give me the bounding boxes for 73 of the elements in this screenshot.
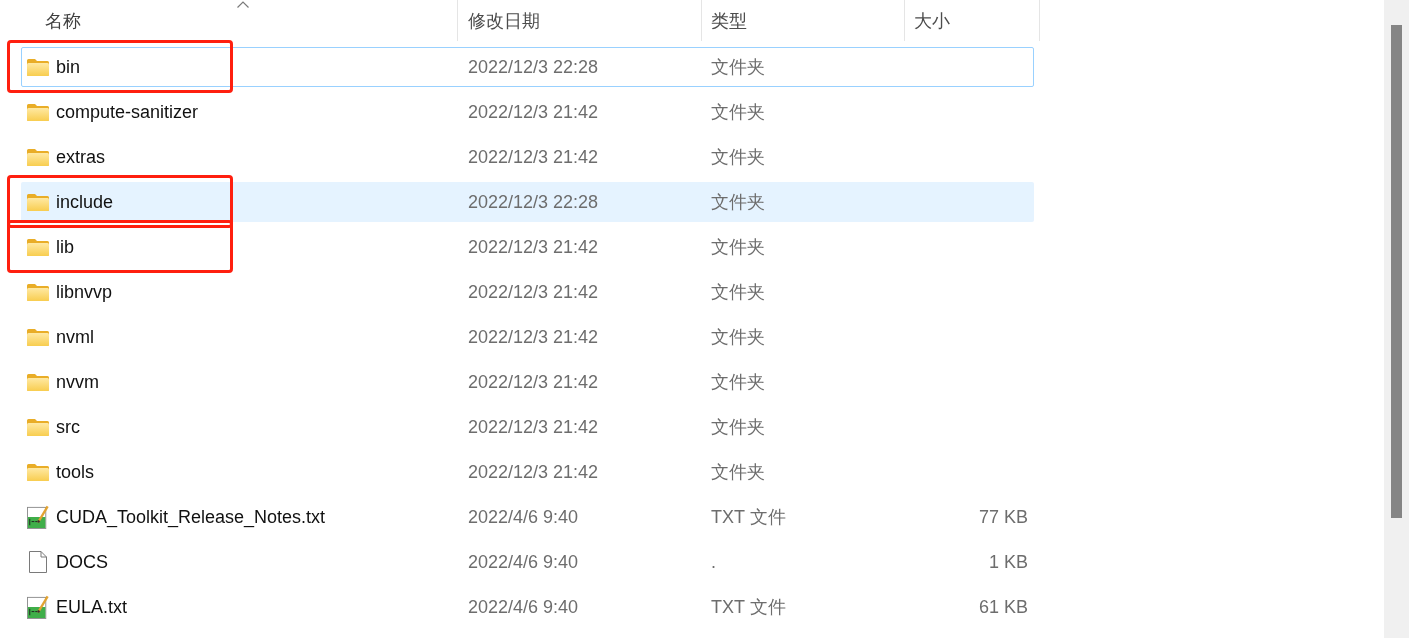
modified-date: 2022/4/6 9:40 bbox=[468, 551, 579, 572]
file-row[interactable]: compute-sanitizer 2022/12/3 21:42 文件夹 bbox=[21, 92, 1034, 132]
file-row[interactable]: lib 2022/12/3 21:42 文件夹 bbox=[21, 227, 1034, 267]
folder-icon bbox=[27, 328, 49, 346]
file-type: 文件夹 bbox=[711, 281, 765, 302]
blank-file-icon bbox=[29, 551, 47, 573]
file-type: 文件夹 bbox=[711, 461, 765, 482]
modified-date: 2022/12/3 21:42 bbox=[468, 101, 599, 122]
file-type: TXT 文件 bbox=[711, 506, 786, 527]
file-row[interactable]: nvml 2022/12/3 21:42 文件夹 bbox=[21, 317, 1034, 357]
file-row[interactable]: bin 2022/12/3 22:28 文件夹 bbox=[21, 47, 1034, 87]
file-size: 77 KB bbox=[978, 506, 1028, 529]
file-type: 文件夹 bbox=[711, 101, 765, 122]
file-type: . bbox=[711, 551, 716, 572]
modified-date: 2022/4/6 9:40 bbox=[468, 596, 579, 617]
file-name: lib bbox=[56, 236, 74, 259]
file-name: include bbox=[56, 191, 114, 214]
file-type: 文件夹 bbox=[711, 56, 765, 77]
file-name: tools bbox=[56, 461, 95, 484]
file-name: compute-sanitizer bbox=[56, 101, 199, 124]
file-type: 文件夹 bbox=[711, 416, 765, 437]
file-size: 61 KB bbox=[978, 596, 1028, 619]
folder-icon bbox=[27, 103, 49, 121]
folder-icon bbox=[27, 373, 49, 391]
file-row[interactable]: tools 2022/12/3 21:42 文件夹 bbox=[21, 452, 1034, 492]
file-row[interactable]: DOCS 2022/4/6 9:40 . 1 KB bbox=[21, 542, 1034, 582]
modified-date: 2022/12/3 21:42 bbox=[468, 371, 599, 392]
file-name: nvml bbox=[56, 326, 94, 349]
folder-icon bbox=[27, 58, 49, 76]
modified-date: 2022/12/3 21:42 bbox=[468, 236, 599, 257]
file-type: TXT 文件 bbox=[711, 596, 786, 617]
notepad-file-icon bbox=[27, 594, 49, 620]
file-row[interactable]: libnvvp 2022/12/3 21:42 文件夹 bbox=[21, 272, 1034, 312]
file-name: bin bbox=[56, 56, 81, 79]
modified-date: 2022/12/3 21:42 bbox=[468, 281, 599, 302]
notepad-file-icon bbox=[27, 504, 49, 530]
column-header[interactable]: 名称 bbox=[21, 0, 458, 41]
file-type: 文件夹 bbox=[711, 326, 765, 347]
file-name: DOCS bbox=[56, 551, 108, 574]
folder-icon bbox=[27, 193, 49, 211]
file-row[interactable]: include 2022/12/3 22:28 文件夹 bbox=[21, 182, 1034, 222]
modified-date: 2022/12/3 21:42 bbox=[468, 146, 599, 167]
file-name: src bbox=[56, 416, 80, 439]
file-name: nvvm bbox=[56, 371, 99, 394]
file-type: 文件夹 bbox=[711, 371, 765, 392]
column-header[interactable]: 大小 bbox=[905, 0, 1040, 41]
modified-date: 2022/4/6 9:40 bbox=[468, 506, 579, 527]
folder-icon bbox=[27, 238, 49, 256]
file-row[interactable]: CUDA_Toolkit_Release_Notes.txt 2022/4/6 9:40 TXT 文件 77 KB bbox=[21, 497, 1034, 537]
folder-icon bbox=[27, 463, 49, 481]
file-row[interactable]: nvvm 2022/12/3 21:42 文件夹 bbox=[21, 362, 1034, 402]
modified-date: 2022/12/3 21:42 bbox=[468, 461, 599, 482]
modified-date: 2022/12/3 21:42 bbox=[468, 326, 599, 347]
folder-icon bbox=[27, 283, 49, 301]
scrollbar-thumb[interactable] bbox=[1391, 25, 1402, 518]
modified-date: 2022/12/3 22:28 bbox=[468, 191, 599, 212]
folder-icon bbox=[27, 148, 49, 166]
modified-date: 2022/12/3 22:28 bbox=[468, 56, 599, 77]
file-name: CUDA_Toolkit_Release_Notes.txt bbox=[56, 506, 326, 529]
column-header[interactable]: 修改日期 bbox=[458, 0, 702, 41]
file-type: 文件夹 bbox=[711, 146, 765, 167]
file-name: EULA.txt bbox=[56, 596, 128, 619]
folder-icon bbox=[27, 418, 49, 436]
column-header[interactable]: 类型 bbox=[702, 0, 905, 41]
modified-date: 2022/12/3 21:42 bbox=[468, 416, 599, 437]
file-row[interactable]: EULA.txt 2022/4/6 9:40 TXT 文件 61 KB bbox=[21, 587, 1034, 627]
file-name: libnvvp bbox=[56, 281, 113, 304]
file-row[interactable]: src 2022/12/3 21:42 文件夹 bbox=[21, 407, 1034, 447]
file-size: 1 KB bbox=[988, 551, 1028, 574]
file-name: extras bbox=[56, 146, 106, 169]
file-type: 文件夹 bbox=[711, 191, 765, 212]
file-row[interactable]: extras 2022/12/3 21:42 文件夹 bbox=[21, 137, 1034, 177]
file-type: 文件夹 bbox=[711, 236, 765, 257]
